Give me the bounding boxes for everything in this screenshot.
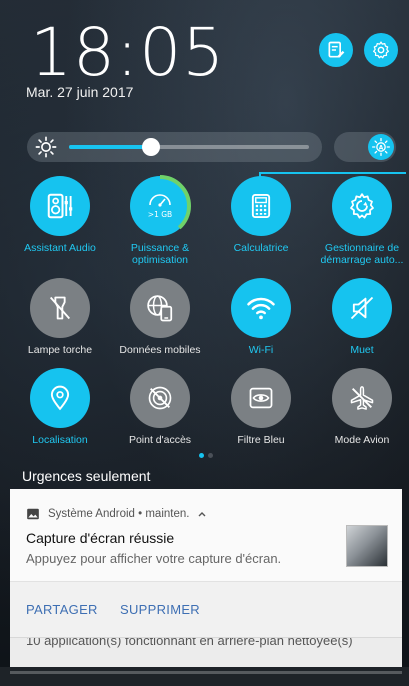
tile-circle[interactable] [231,278,291,338]
tile-wifi[interactable]: Wi-Fi [211,278,311,356]
tile-circle[interactable] [30,278,90,338]
settings-button[interactable] [364,33,398,67]
drawer-handle[interactable] [10,671,402,674]
tile-mode-avion[interactable]: Mode Avion [312,368,409,446]
svg-text:A: A [379,145,384,151]
notification-cleanup-text: 10 application(s) fonctionnant en arrièr… [26,637,353,648]
audio-wizard-icon [47,193,73,219]
tile-label: Puissance & optimisation [110,242,210,266]
notification-title: Capture d'écran réussie [26,530,175,546]
tutorial-hint-line [260,172,406,174]
flashlight-off-icon [49,296,71,320]
tile-label: Wi-Fi [248,344,274,356]
wifi-icon [247,297,275,320]
notification-background-cleanup[interactable]: 10 application(s) fonctionnant en arrièr… [10,637,402,668]
auto-brightness-toggle[interactable]: A [334,132,396,162]
settings-gear-icon [373,41,389,59]
tile-assistant-audio[interactable]: Assistant Audio [10,176,110,254]
screenshot-thumbnail[interactable] [346,525,388,567]
edit-note-icon [328,41,345,58]
tile-circle[interactable] [231,368,291,428]
tile-label: Muet [350,344,374,356]
tile-circle[interactable] [30,368,90,428]
page-dot-active [199,453,204,458]
airplane-off-icon [350,386,374,410]
notification-screenshot[interactable]: Système Android • mainten. Capture d'écr… [10,489,402,638]
tile-lampe-torche[interactable]: Lampe torche [10,278,110,356]
tile-label: Localisation [32,434,88,446]
notification-header: Système Android • mainten. [26,507,207,521]
share-button[interactable]: PARTAGER [26,602,98,617]
notification-app-name: Système Android • mainten. [48,508,190,520]
tile-label: Mode Avion [334,434,390,446]
tile-label: Données mobiles [119,344,201,356]
brightness-thumb[interactable] [141,138,160,156]
image-icon [27,508,39,520]
dnd-status-text: Urgences seulement [22,468,151,484]
tile-circle[interactable] [332,176,392,236]
tile-donnees-mobiles[interactable]: Données mobiles [110,278,210,356]
tile-label: Lampe torche [27,344,93,356]
tile-calculatrice[interactable]: Calculatrice [211,176,311,254]
tile-circle[interactable]: >1 GB [129,175,191,237]
tile-circle[interactable] [130,278,190,338]
tile-circle[interactable] [130,368,190,428]
tile-label-text: Puissance & optimisation [130,242,190,266]
clock-time: 18:05 [30,14,226,91]
notification-actions: PARTAGER SUPPRIMER [10,581,402,638]
mute-icon [350,296,374,320]
tile-muet[interactable]: Muet [312,278,409,356]
bottom-edge [0,667,409,686]
tile-label: Calculatrice [233,242,289,254]
tile-circle[interactable] [30,176,90,236]
page-dot [208,453,213,458]
delete-button[interactable]: SUPPRIMER [120,602,200,617]
hotspot-off-icon [148,386,172,410]
tile-circle[interactable] [231,176,291,236]
tile-autostart-manager[interactable]: Gestionnaire de démarrage auto... [312,176,409,266]
calculator-icon [251,193,271,219]
brightness-slider[interactable] [27,132,322,162]
clock-date: Mar. 27 juin 2017 [26,84,134,100]
edit-tiles-button[interactable] [319,33,353,67]
location-pin-icon [50,385,70,411]
tile-label-text: Gestionnaire de démarrage auto... [320,242,404,266]
tile-label: Assistant Audio [24,242,96,254]
tile-filtre-bleu[interactable]: Filtre Bleu [211,368,311,446]
tile-circle[interactable] [332,368,392,428]
auto-brightness-knob[interactable]: A [368,134,394,160]
tile-label: Point d'accès [128,434,192,446]
brightness-track[interactable] [69,138,309,156]
tile-power-optimisation[interactable]: >1 GB Puissance & optimisation [110,175,210,266]
page-indicator [199,453,213,458]
chevron-up-icon[interactable] [197,509,207,519]
power-ring-icon [129,175,191,237]
notification-text: Appuyez pour afficher votre capture d'éc… [26,551,282,566]
auto-brightness-icon: A [372,138,390,156]
tile-localisation[interactable]: Localisation [10,368,110,446]
tile-circle[interactable] [332,278,392,338]
autostart-gear-icon [350,193,374,219]
brightness-sun-icon [35,136,57,158]
tile-label: Gestionnaire de démarrage auto... [312,242,409,266]
mobile-data-icon [147,295,173,322]
tile-point-acces[interactable]: Point d'accès [110,368,210,446]
brightness-fill [69,145,151,149]
tile-label: Filtre Bleu [237,434,285,446]
eye-filter-icon [249,387,273,409]
